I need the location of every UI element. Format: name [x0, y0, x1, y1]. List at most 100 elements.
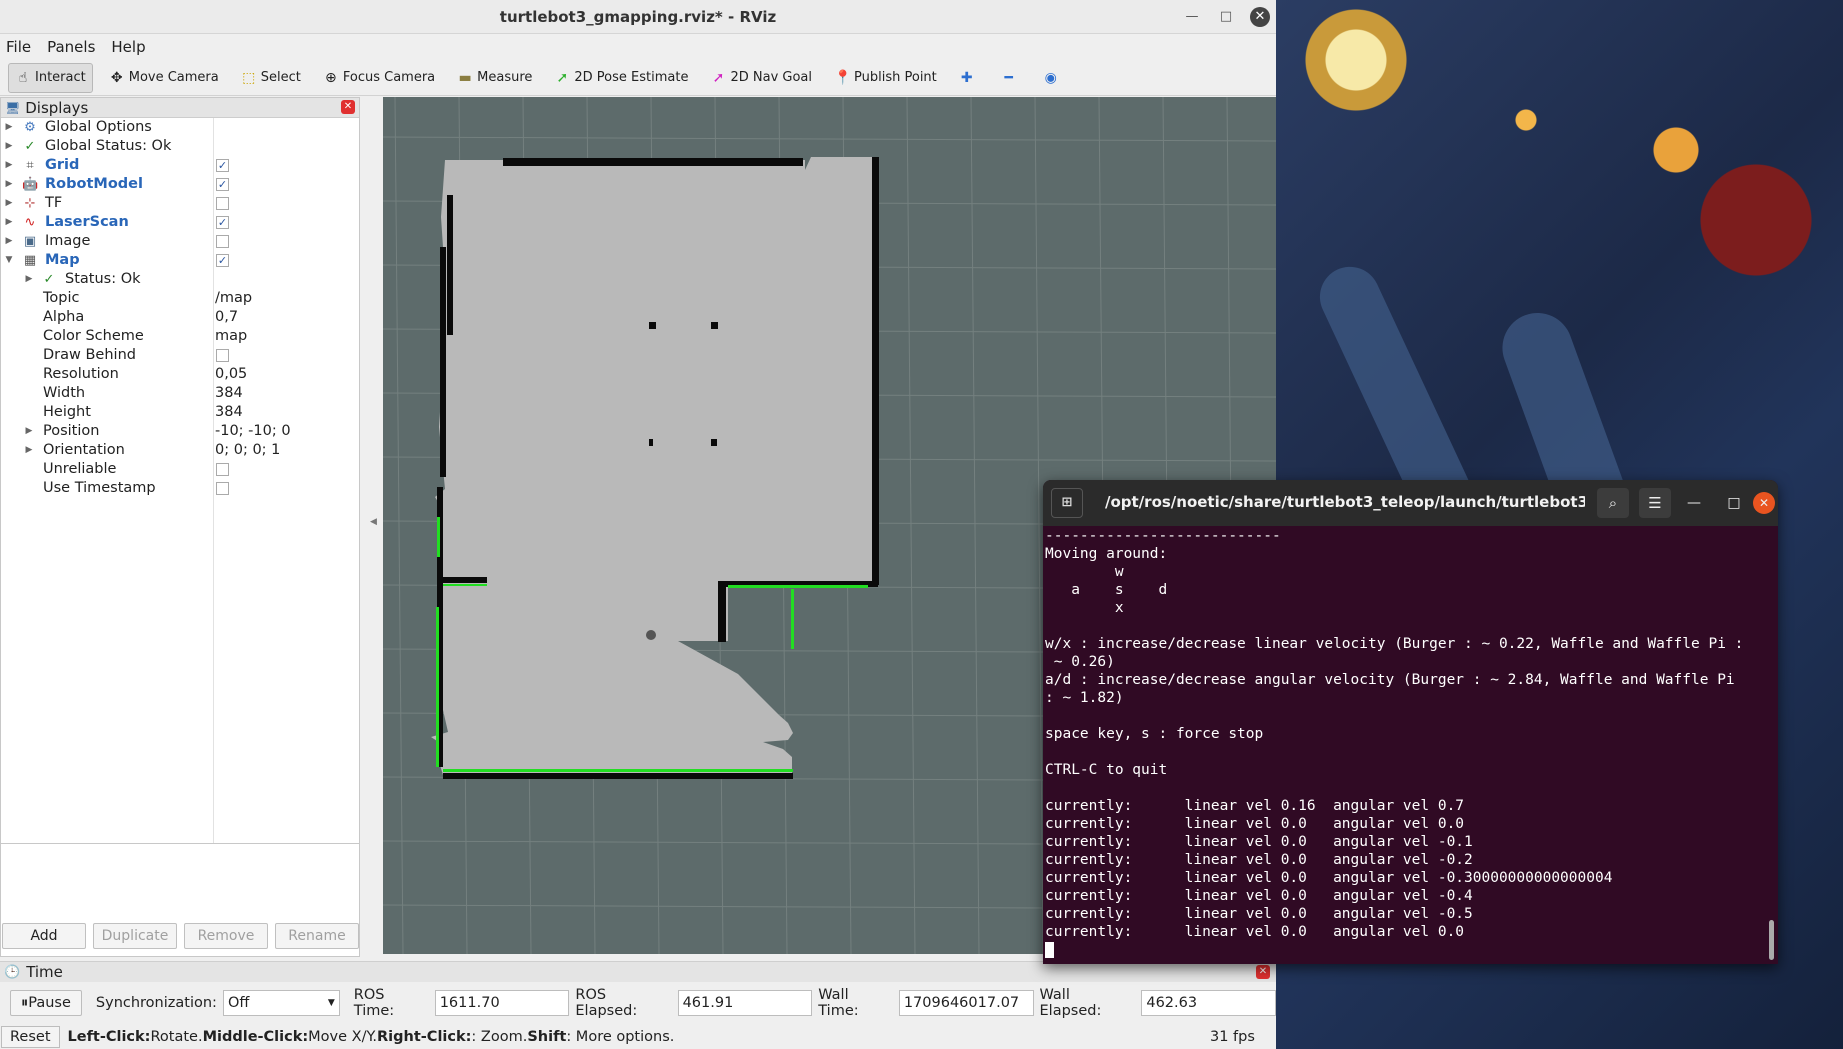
interact-tool-button[interactable]: ☝ Interact [8, 62, 93, 93]
add-tool-button[interactable]: ✚ [953, 63, 985, 93]
expand-arrow-icon[interactable]: ▶ [3, 156, 15, 175]
robot-model-checkbox[interactable]: ✓ [216, 178, 229, 191]
focus-camera-tool-button[interactable]: ⊕ Focus Camera [317, 63, 441, 93]
close-panel-icon[interactable]: ✕ [1256, 965, 1270, 979]
close-icon[interactable]: ✕ [1250, 7, 1270, 27]
axes-icon: ⊹ [24, 196, 36, 211]
tree-row-tf[interactable]: ▶ ⊹ TF [1, 194, 359, 213]
terminal-scrollbar[interactable] [1769, 920, 1774, 960]
hamburger-menu-icon[interactable]: ☰ [1639, 488, 1671, 518]
maximize-icon[interactable]: □ [1723, 492, 1745, 514]
image-checkbox[interactable] [216, 235, 229, 248]
view-options-button[interactable]: ◉ [1037, 63, 1069, 93]
reset-button[interactable]: Reset [1, 1026, 60, 1048]
expand-arrow-icon[interactable]: ▶ [3, 175, 15, 194]
menu-help[interactable]: Help [111, 38, 145, 56]
new-tab-icon[interactable]: ⊞ [1051, 488, 1083, 518]
expand-arrow-icon[interactable]: ▶ [3, 194, 15, 213]
draw-behind-checkbox[interactable] [216, 349, 229, 362]
terminal-headerbar[interactable]: ⊞ /opt/ros/noetic/share/turtlebot3_teleo… [1043, 480, 1778, 526]
remove-tool-button[interactable]: ━ [995, 63, 1027, 93]
duplicate-display-button[interactable]: Duplicate [93, 923, 177, 949]
map-color-scheme-row[interactable]: Color Scheme map [1, 327, 359, 346]
orientation-label: Orientation [43, 442, 125, 458]
map-status-row[interactable]: ▶ ✓ Status: Ok [1, 270, 359, 289]
color-scheme-value[interactable]: map [215, 327, 247, 346]
tree-row-grid[interactable]: ▶ ⌗ Grid ✓ [1, 156, 359, 175]
menu-panels[interactable]: Panels [47, 38, 95, 56]
select-tool-button[interactable]: ⬚ Select [235, 63, 307, 93]
wall-time-field[interactable]: 1709646017.07 [898, 990, 1034, 1016]
maximize-icon[interactable]: □ [1216, 7, 1236, 27]
expand-arrow-icon[interactable]: ▶ [23, 270, 35, 289]
terminal-prompt[interactable] [1045, 941, 1768, 959]
wall-elapsed-field[interactable]: 462.63 [1141, 990, 1277, 1016]
map-height-row[interactable]: Height 384 [1, 403, 359, 422]
position-value[interactable]: -10; -10; 0 [215, 422, 291, 441]
map-unreliable-row[interactable]: Unreliable [1, 460, 359, 479]
panel-splitter[interactable]: ◀ [362, 97, 382, 954]
window-titlebar[interactable]: turtlebot3_gmapping.rviz* - RViz — □ ✕ [0, 0, 1276, 34]
move-camera-tool-button[interactable]: ✥ Move Camera [103, 63, 225, 93]
alpha-value[interactable]: 0,7 [215, 308, 238, 327]
orientation-value[interactable]: 0; 0; 0; 1 [215, 441, 280, 460]
image-icon: ▣ [23, 234, 37, 249]
map-use-timestamp-row[interactable]: Use Timestamp [1, 479, 359, 498]
add-display-button[interactable]: Add [2, 923, 86, 949]
minimize-icon[interactable]: — [1182, 7, 1202, 27]
map-draw-behind-row[interactable]: Draw Behind [1, 346, 359, 365]
measure-tool-button[interactable]: ▬ Measure [451, 63, 538, 93]
grid-checkbox[interactable]: ✓ [216, 159, 229, 172]
map-resolution-row[interactable]: Resolution 0,05 [1, 365, 359, 384]
tree-row-image[interactable]: ▶ ▣ Image [1, 232, 359, 251]
unreliable-checkbox[interactable] [216, 463, 229, 476]
resolution-value[interactable]: 0,05 [215, 365, 247, 384]
laser-scan-checkbox[interactable]: ✓ [216, 216, 229, 229]
tree-row-global-options[interactable]: ▶ ⚙ Global Options [1, 118, 359, 137]
expand-arrow-icon[interactable]: ▶ [23, 422, 35, 441]
tf-checkbox[interactable] [216, 197, 229, 210]
width-value[interactable]: 384 [215, 384, 243, 403]
minimize-icon[interactable]: — [1683, 492, 1705, 514]
ros-time-field[interactable]: 1611.70 [434, 990, 570, 1016]
map-orientation-row[interactable]: ▶ Orientation 0; 0; 0; 1 [1, 441, 359, 460]
map-width-row[interactable]: Width 384 [1, 384, 359, 403]
collapse-arrow-icon[interactable]: ▼ [3, 251, 15, 270]
map-checkbox[interactable]: ✓ [216, 254, 229, 267]
height-value[interactable]: 384 [215, 403, 243, 422]
expand-arrow-icon[interactable]: ▶ [3, 118, 15, 137]
remove-display-button[interactable]: Remove [184, 923, 268, 949]
move-camera-label: Move Camera [128, 70, 219, 85]
tree-row-robot-model[interactable]: ▶ 🤖 RobotModel ✓ [1, 175, 359, 194]
map-alpha-row[interactable]: Alpha 0,7 [1, 308, 359, 327]
map-position-row[interactable]: ▶ Position -10; -10; 0 [1, 422, 359, 441]
select-box-icon: ⬚ [242, 69, 256, 86]
pose-estimate-tool-button[interactable]: ➚ 2D Pose Estimate [548, 63, 694, 93]
topic-value[interactable]: /map [215, 289, 252, 308]
tree-row-global-status[interactable]: ▶ ✓ Global Status: Ok [1, 137, 359, 156]
close-panel-icon[interactable]: ✕ [341, 100, 355, 114]
grid-line [1034, 97, 1044, 954]
expand-arrow-icon[interactable]: ▶ [3, 213, 15, 232]
terminal-line: currently: linear vel 0.0 angular vel -0… [1045, 870, 1613, 886]
expand-arrow-icon[interactable]: ▶ [3, 137, 15, 156]
ros-elapsed-field[interactable]: 461.91 [677, 990, 813, 1016]
terminal-window[interactable]: ⊞ /opt/ros/noetic/share/turtlebot3_teleo… [1043, 480, 1778, 964]
expand-arrow-icon[interactable]: ▶ [3, 232, 15, 251]
use-timestamp-checkbox[interactable] [216, 482, 229, 495]
search-icon[interactable]: ⌕ [1597, 488, 1629, 518]
collapse-left-icon[interactable]: ◀ [370, 517, 377, 527]
nav-goal-tool-button[interactable]: ➚ 2D Nav Goal [704, 63, 818, 93]
menu-bar: File Panels Help [0, 34, 1276, 60]
menu-file[interactable]: File [6, 38, 31, 56]
sync-select[interactable]: Off ▼ [222, 990, 340, 1016]
pause-button[interactable]: ⏸Pause [10, 990, 82, 1016]
close-icon[interactable]: ✕ [1753, 492, 1775, 514]
terminal-output[interactable]: --------------------------- Moving around… [1045, 527, 1768, 964]
expand-arrow-icon[interactable]: ▶ [23, 441, 35, 460]
tree-row-laser-scan[interactable]: ▶ ∿ LaserScan ✓ [1, 213, 359, 232]
rename-display-button[interactable]: Rename [275, 923, 359, 949]
publish-point-tool-button[interactable]: 📍 Publish Point [828, 63, 943, 93]
map-topic-row[interactable]: Topic /map [1, 289, 359, 308]
tree-row-map[interactable]: ▼ ▦ Map ✓ [1, 251, 359, 270]
